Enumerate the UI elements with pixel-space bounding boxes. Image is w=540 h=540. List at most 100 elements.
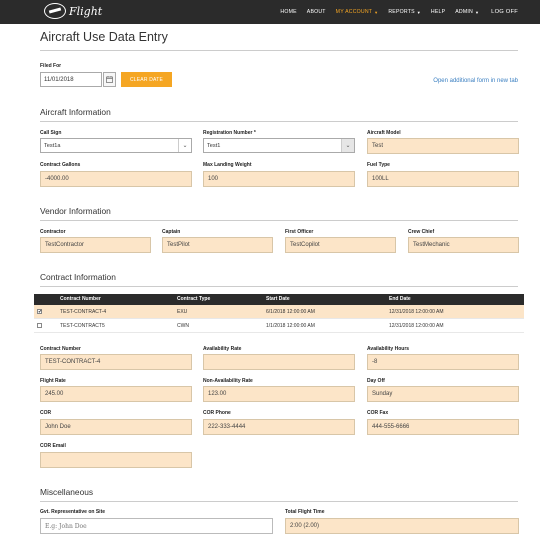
section-vendor-heading: Vendor Information <box>40 206 111 216</box>
cor-phone-field[interactable]: 222-333-4444 <box>203 419 355 435</box>
table-row[interactable]: ✔ TEST-CONTRACT-4 EXU 6/1/2018 12:00:00 … <box>34 305 524 319</box>
first-officer-field[interactable]: TestCopilot <box>285 237 396 253</box>
non-availability-rate-label: Non-Availability Rate <box>203 378 253 384</box>
col-start-date: Start Date <box>266 296 290 302</box>
calendar-button[interactable] <box>103 72 116 87</box>
chevron-down-icon: ⌄ <box>341 139 354 152</box>
calendar-icon <box>106 76 113 83</box>
nav-my-account-label: MY ACCOUNT <box>335 9 373 15</box>
call-sign-select[interactable]: Test1a ⌄ <box>40 138 192 153</box>
cell-contract-type: EXU <box>177 309 188 315</box>
nav-reports-label: REPORTS <box>388 9 415 15</box>
table-row[interactable]: TEST-CONTRACT5 CWN 1/1/2018 12:00:00 AM … <box>34 319 524 333</box>
availability-hours-field[interactable]: -8 <box>367 354 519 370</box>
nav-my-account[interactable]: MY ACCOUNT ▼ <box>336 9 379 15</box>
contract-number-field[interactable]: TEST-CONTRACT-4 <box>40 354 192 370</box>
filed-for-label: Filed For <box>40 63 62 69</box>
max-landing-weight-field[interactable]: 100 <box>203 171 355 187</box>
contract-divider <box>40 286 518 287</box>
section-misc-heading: Miscellaneous <box>40 487 94 497</box>
section-contract-heading: Contract Information <box>40 272 116 282</box>
cell-contract-number: TEST-CONTRACT5 <box>60 323 105 329</box>
registration-select[interactable]: Test1 ⌄ <box>203 138 355 153</box>
crew-chief-label: Crew Chief <box>408 229 435 235</box>
cell-end-date: 12/31/2018 12:00:00 AM <box>389 309 444 315</box>
flight-rate-label: Flight Rate <box>40 378 66 384</box>
fuel-type-label: Fuel Type <box>367 162 390 168</box>
fuel-type-field[interactable]: 100LL <box>367 171 519 187</box>
contract-number-label: Contract Number <box>40 346 81 352</box>
call-sign-label: Call Sign <box>40 130 62 136</box>
availability-rate-label: Availability Rate <box>203 346 242 352</box>
nav-reports[interactable]: REPORTS ▼ <box>388 9 421 15</box>
cor-fax-field[interactable]: 444-555-6666 <box>367 419 519 435</box>
captain-label: Captain <box>162 229 181 235</box>
flight-rate-field[interactable]: 245.00 <box>40 386 192 402</box>
cor-field[interactable]: John Doe <box>40 419 192 435</box>
max-landing-weight-label: Max Landing Weight <box>203 162 252 168</box>
contract-table-header: Contract Number Contract Type Start Date… <box>34 294 524 305</box>
brand-name: Flight <box>69 4 103 18</box>
first-officer-label: First Officer <box>285 229 314 235</box>
col-contract-type: Contract Type <box>177 296 211 302</box>
cor-label: COR <box>40 410 52 416</box>
cell-contract-number: TEST-CONTRACT-4 <box>60 309 107 315</box>
cor-email-label: COR Email <box>40 443 66 449</box>
section-aircraft-heading: Aircraft Information <box>40 107 111 117</box>
total-flight-time-label: Total Flight Time <box>285 509 325 515</box>
col-contract-number: Contract Number <box>60 296 101 302</box>
plane-logo-icon <box>44 3 66 19</box>
chevron-down-icon: ⌄ <box>178 139 191 152</box>
nav-log-off[interactable]: LOG OFF <box>491 9 518 15</box>
captain-field[interactable]: TestPilot <box>162 237 273 253</box>
title-divider <box>40 50 518 51</box>
clear-date-button[interactable]: CLEAR DATE <box>121 72 172 87</box>
page-title: Aircraft Use Data Entry <box>40 30 168 44</box>
contract-gallons-label: Contract Gallons <box>40 162 81 168</box>
aircraft-divider <box>40 121 518 122</box>
chevron-down-icon: ▼ <box>474 9 480 15</box>
row-checkbox[interactable]: ✔ <box>37 309 42 315</box>
availability-hours-label: Availability Hours <box>367 346 410 352</box>
cell-contract-type: CWN <box>177 323 189 329</box>
non-availability-rate-field[interactable]: 123.00 <box>203 386 355 402</box>
misc-divider <box>40 501 518 502</box>
day-off-label: Day Off <box>367 378 385 384</box>
contract-table: Contract Number Contract Type Start Date… <box>34 294 524 333</box>
cor-fax-label: COR Fax <box>367 410 389 416</box>
cor-phone-label: COR Phone <box>203 410 231 416</box>
col-end-date: End Date <box>389 296 411 302</box>
registration-label: Registration Number * <box>203 130 256 136</box>
cell-start-date: 6/1/2018 12:00:00 AM <box>266 309 315 315</box>
filed-for-date-input[interactable]: 11/01/2018 <box>40 72 102 87</box>
aircraft-model-field[interactable]: Test <box>367 138 519 154</box>
aircraft-model-label: Aircraft Model <box>367 130 401 136</box>
cor-email-field[interactable] <box>40 452 192 468</box>
total-flight-time-field[interactable]: 2:00 (2.00) <box>285 518 519 534</box>
contractor-field[interactable]: TestContractor <box>40 237 151 253</box>
contract-gallons-field[interactable]: -4000.00 <box>40 171 192 187</box>
brand-logo[interactable]: Flight <box>44 3 102 19</box>
registration-value: Test1 <box>207 142 221 149</box>
chevron-down-icon: ▼ <box>416 9 421 15</box>
chevron-down-icon: ▼ <box>374 9 379 15</box>
main-nav: HOME ABOUT MY ACCOUNT ▼ REPORTS ▼ HELP ADM… <box>270 0 518 24</box>
availability-rate-field[interactable] <box>203 354 355 370</box>
call-sign-value: Test1a <box>44 142 61 149</box>
nav-about[interactable]: ABOUT <box>307 9 326 15</box>
contractor-label: Contractor <box>40 229 66 235</box>
row-checkbox[interactable] <box>37 323 42 328</box>
nav-admin[interactable]: ADMIN ▼ <box>455 9 479 15</box>
gov-rep-input[interactable] <box>40 518 273 534</box>
crew-chief-field[interactable]: TestMechanic <box>408 237 519 253</box>
gov-rep-label: Gvt. Representative on Site <box>40 509 106 515</box>
day-off-field[interactable]: Sunday <box>367 386 519 402</box>
nav-home[interactable]: HOME <box>280 9 296 15</box>
open-new-tab-link[interactable]: Open additional form in new tab <box>433 78 518 84</box>
nav-admin-label: ADMIN <box>455 9 473 15</box>
cell-end-date: 12/31/2018 12:00:00 AM <box>389 323 444 329</box>
vendor-divider <box>40 220 518 221</box>
top-nav-bar: Flight HOME ABOUT MY ACCOUNT ▼ REPORTS ▼ H… <box>0 0 540 24</box>
cell-start-date: 1/1/2018 12:00:00 AM <box>266 323 315 329</box>
nav-help[interactable]: HELP <box>431 9 445 15</box>
